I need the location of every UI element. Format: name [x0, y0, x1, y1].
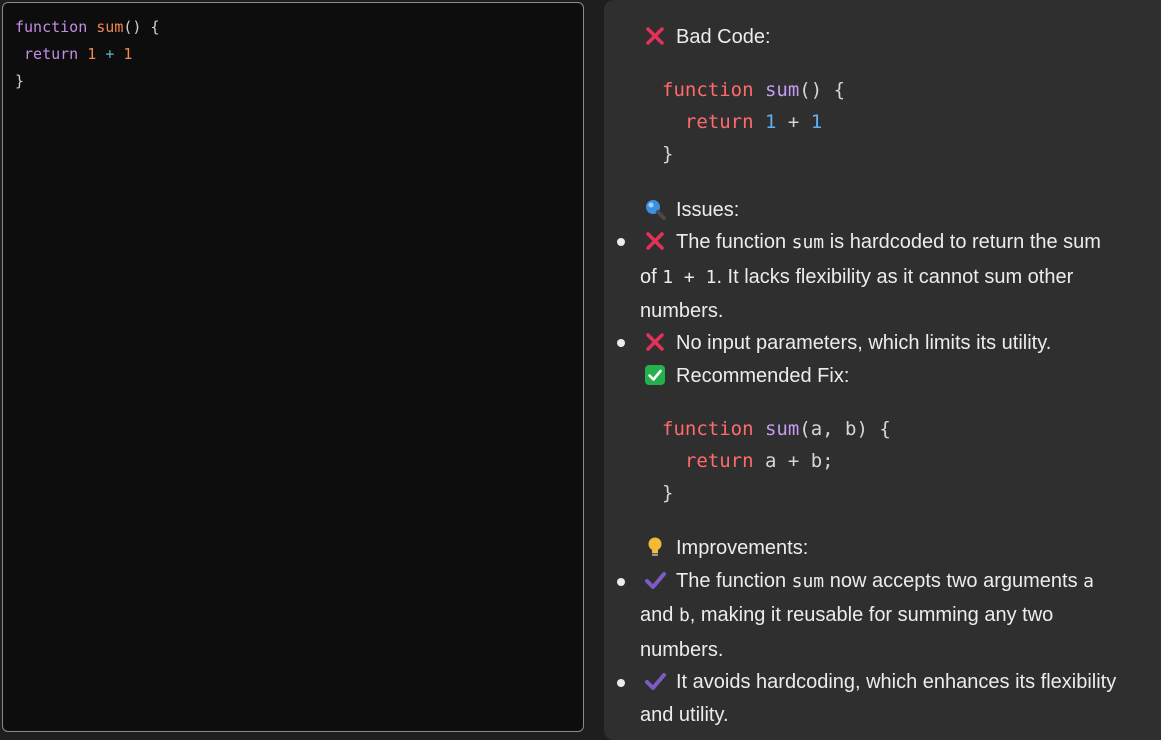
issue-item-2: No input parameters, which limits its ut… — [644, 326, 1051, 360]
code-line: return a + b; — [662, 445, 834, 477]
improvement-item-2: It avoids hardcoding, which enhances its… — [644, 665, 1116, 699]
code-text: () { — [799, 79, 846, 101]
code-line: return 1 + 1 — [662, 106, 822, 138]
cross-icon — [646, 333, 664, 351]
keyword: return — [684, 111, 754, 133]
inline-code: b — [678, 605, 690, 626]
keyword: return — [24, 45, 79, 63]
magnifier-icon — [646, 200, 666, 220]
number: 1 — [87, 45, 97, 63]
issue-text: . It lacks flexibility as it cannot sum … — [716, 266, 1074, 288]
issue-item-1-line-2: of 1 + 1. It lacks flexibility as it can… — [640, 260, 1073, 295]
function-name: sum — [764, 418, 800, 440]
keyword: function — [662, 418, 754, 440]
editor-line-2: return 1 + 1 — [15, 44, 132, 64]
improvement-text: and — [640, 604, 679, 626]
issue-text: No input parameters, which limits its ut… — [676, 332, 1052, 354]
improvement-item-1-line-3: numbers. — [640, 639, 724, 661]
bullet — [617, 578, 625, 586]
issue-item-1: The function sum is hardcoded to return … — [644, 225, 1101, 260]
lightbulb-icon — [648, 537, 662, 556]
improvement-text: now accepts two arguments — [824, 570, 1084, 592]
issue-text: is hardcoded to return the sum — [824, 231, 1101, 253]
bullet — [617, 339, 625, 347]
improvement-item-1-line-2: and b, making it reusable for summing an… — [640, 598, 1053, 633]
inline-code: sum — [791, 232, 825, 253]
keyword: function — [662, 79, 754, 101]
improvement-item-1: The function sum now accepts two argumen… — [644, 564, 1094, 599]
checkmark-icon — [645, 673, 666, 690]
bullet — [617, 679, 625, 687]
keyword: return — [684, 450, 754, 472]
bullet — [617, 238, 625, 246]
editor-line-3: } — [15, 72, 25, 90]
code-line: } — [662, 143, 674, 165]
number: 1 — [123, 45, 133, 63]
improvement-text: , making it reusable for summing any two — [689, 604, 1054, 626]
heading-text: Bad Code: — [676, 26, 771, 48]
code-line: } — [662, 482, 674, 504]
check-box-icon — [645, 365, 665, 385]
operator: + — [105, 45, 115, 63]
improvement-text: It avoids hardcoding, which enhances its… — [676, 671, 1117, 693]
improvements-heading: Improvements: — [644, 531, 808, 565]
code-editor[interactable]: function sum() { return 1 + 1 } — [2, 2, 584, 732]
code-text: () { — [123, 18, 160, 36]
fix-heading: Recommended Fix: — [644, 359, 849, 393]
operator: + — [787, 111, 800, 133]
function-name: sum — [764, 79, 800, 101]
code-line: function sum() { — [662, 74, 845, 106]
checkmark-icon — [645, 572, 666, 589]
function-name: sum — [96, 18, 124, 36]
issue-text: of — [640, 266, 663, 288]
keyword: function — [15, 18, 88, 36]
bad-code-heading: Bad Code: — [644, 20, 771, 54]
improvement-item-2-line-2: and utility. — [640, 704, 729, 726]
cross-icon — [646, 232, 664, 250]
issue-item-1-line-3: numbers. — [640, 300, 724, 322]
code-line: function sum(a, b) { — [662, 413, 891, 445]
improvement-text: The function — [676, 570, 792, 592]
inline-code: sum — [791, 571, 825, 592]
heading-text: Recommended Fix: — [676, 365, 850, 387]
inline-code: 1 + 1 — [662, 267, 717, 288]
number: 1 — [764, 111, 777, 133]
issues-heading: Issues: — [644, 193, 739, 227]
code-review-panel: Bad Code: function sum() { return 1 + 1 … — [604, 0, 1161, 740]
inline-code: a — [1083, 571, 1094, 592]
cross-icon — [646, 27, 664, 45]
code-text: a + b; — [764, 450, 834, 472]
heading-text: Improvements: — [676, 537, 809, 559]
number: 1 — [810, 111, 823, 133]
issue-text: The function — [676, 231, 792, 253]
editor-line-1: function sum() { — [15, 17, 160, 37]
code-text: (a, b) { — [799, 418, 891, 440]
heading-text: Issues: — [676, 199, 740, 221]
